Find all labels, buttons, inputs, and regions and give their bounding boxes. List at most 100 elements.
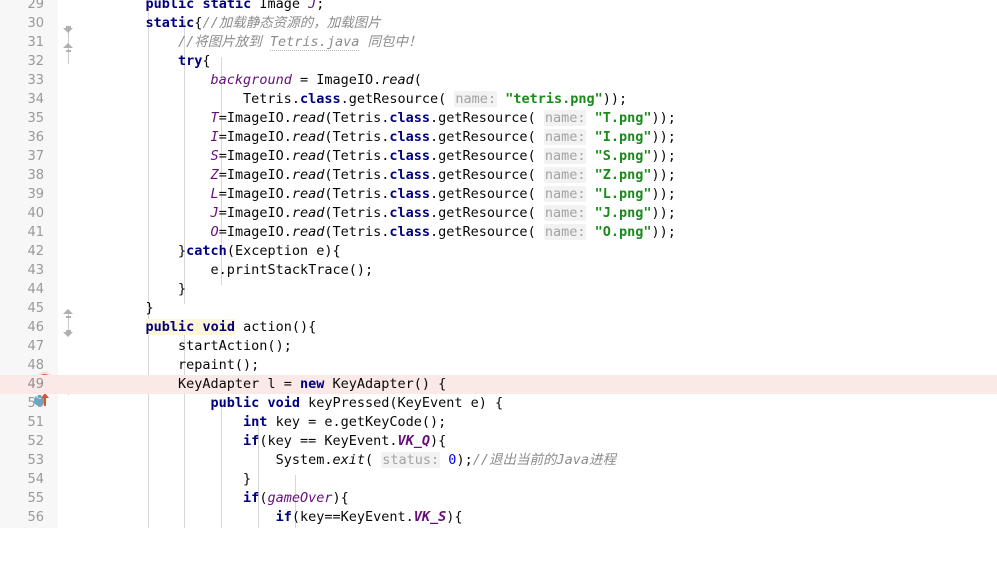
code-line[interactable]: 32 try{ [0, 52, 997, 71]
code-line[interactable]: 51 int key = e.getKeyCode(); [0, 413, 997, 432]
token-punct: (Tetris. [324, 167, 390, 183]
code-line[interactable]: 50 public void keyPressed(KeyEvent e) { [0, 394, 997, 413]
code-line[interactable]: 45 } [0, 299, 997, 318]
token-keyword: int [243, 414, 268, 430]
token-rest: startAction(); [178, 338, 292, 354]
token-keyword: class [389, 129, 431, 145]
token-constant: VK_S [413, 509, 447, 525]
token-punct: )); [651, 167, 676, 183]
token-punct: ( [413, 72, 422, 88]
code-line[interactable]: 36 I=ImageIO.read(Tetris.class.getResour… [0, 128, 997, 147]
line-number: 41 [27, 225, 44, 240]
token-static-method: read [291, 186, 325, 202]
token-keyword: public [145, 0, 195, 12]
code-line[interactable]: 30 static{//加载静态资源的，加载图片 [0, 14, 997, 33]
token-method: .getResource( [430, 186, 536, 202]
code-line[interactable]: 43 e.printStackTrace(); [0, 261, 997, 280]
param-hint: name: [543, 186, 587, 202]
line-number: 54 [27, 472, 44, 487]
token-punct: )); [651, 205, 676, 221]
token-punct: } [178, 281, 187, 297]
token-keyword: static [145, 15, 195, 31]
line-content: L=ImageIO.read(Tetris.class.getResource(… [113, 185, 676, 204]
code-line[interactable]: 55 if(gameOver){ [0, 489, 997, 508]
line-content: Z=ImageIO.read(Tetris.class.getResource(… [113, 166, 676, 185]
code-line[interactable]: 29 public static Image J; [0, 0, 997, 14]
token-field: L [210, 186, 219, 202]
token-method: .getResource( [430, 129, 536, 145]
token-keyword: if [243, 433, 260, 449]
code-line[interactable]: 56 if(key==KeyEvent.VK_S){ [0, 508, 997, 527]
line-number: 43 [27, 263, 44, 278]
token-field: J [210, 205, 219, 221]
code-line[interactable]: 37 S=ImageIO.read(Tetris.class.getResour… [0, 147, 997, 166]
token-static-method: read [291, 110, 325, 126]
line-number: 36 [27, 130, 44, 145]
token-keyword: class [389, 167, 431, 183]
code-line[interactable]: 41 O=ImageIO.read(Tetris.class.getResour… [0, 223, 997, 242]
line-number: 40 [27, 206, 44, 221]
code-line[interactable]: 34 Tetris.class.getResource( name: "tetr… [0, 90, 997, 109]
code-line[interactable]: 31 //将图片放到 Tetris.java 同包中！ [0, 33, 997, 52]
token-punct: } [145, 300, 154, 316]
code-line[interactable]: 42 }catch(Exception e){ [0, 242, 997, 261]
code-line[interactable]: 48 repaint(); [0, 356, 997, 375]
token-keyword: if [275, 509, 292, 525]
code-editor[interactable]: 29 public static Image J; 30 static{//加载… [0, 0, 997, 528]
token-field: S [210, 148, 219, 164]
token-keyword: if [243, 490, 260, 506]
code-line[interactable]: 53 System.exit( status: 0);//退出当前的Java进程 [0, 451, 997, 470]
token-punct: )); [651, 148, 676, 164]
code-line[interactable]: 38 Z=ImageIO.read(Tetris.class.getResour… [0, 166, 997, 185]
token-keyword: void [202, 319, 235, 335]
line-content: int key = e.getKeyCode(); [113, 413, 446, 432]
token-keyword: catch [186, 243, 227, 259]
code-line[interactable]: 39 L=ImageIO.read(Tetris.class.getResour… [0, 185, 997, 204]
code-line[interactable]: 35 T=ImageIO.read(Tetris.class.getResour… [0, 109, 997, 128]
token-method: .getResource( [340, 91, 447, 107]
code-line[interactable]: 33 background = ImageIO.read( [0, 71, 997, 90]
token-keyword: public [145, 319, 195, 335]
token-punct: ; [316, 0, 325, 12]
line-content: } [113, 280, 186, 299]
line-content: if(key==KeyEvent.VK_S){ [113, 508, 463, 527]
code-line-breakpoint[interactable]: 49 KeyAdapter l = new KeyAdapter() { [0, 375, 997, 394]
line-number: 44 [27, 282, 44, 297]
token-punct: (Tetris. [324, 110, 390, 126]
line-number: 56 [27, 510, 44, 525]
token-operator: =ImageIO. [218, 186, 292, 202]
param-hint: name: [454, 91, 498, 107]
line-content: O=ImageIO.read(Tetris.class.getResource(… [113, 223, 676, 242]
token-punct: )); [651, 129, 676, 145]
line-content: static{//加载静态资源的，加载图片 [113, 14, 381, 33]
line-content: J=ImageIO.read(Tetris.class.getResource(… [113, 204, 676, 223]
line-content: repaint(); [113, 356, 259, 375]
param-hint: name: [543, 148, 587, 164]
token-punct: ); [456, 452, 473, 468]
token-operator: =ImageIO. [218, 110, 292, 126]
line-number: 51 [27, 415, 44, 430]
token-string: "Z.png" [594, 167, 652, 183]
token-class: ImageIO. [316, 72, 382, 88]
line-number: 45 [27, 301, 44, 316]
code-line[interactable]: 52 if(key == KeyEvent.VK_Q){ [0, 432, 997, 451]
code-line[interactable]: 54 } [0, 470, 997, 489]
token-method: .getResource( [430, 224, 536, 240]
line-number: 38 [27, 168, 44, 183]
token-string: "O.png" [594, 224, 652, 240]
code-line[interactable]: 40 J=ImageIO.read(Tetris.class.getResour… [0, 204, 997, 223]
token-rest: (key==KeyEvent. [291, 509, 414, 525]
token-static-method: read [291, 224, 325, 240]
token-static-method: read [381, 72, 414, 88]
token-punct: ){ [446, 509, 463, 525]
token-comment: //将图片放到 [178, 34, 270, 50]
code-line[interactable]: 47 startAction(); [0, 337, 997, 356]
token-punct: (Tetris. [324, 186, 390, 202]
token-operator: =ImageIO. [218, 167, 292, 183]
code-line[interactable]: 44 } [0, 280, 997, 299]
token-punct: ){ [430, 433, 447, 449]
code-line[interactable]: 46 public void action(){ [0, 318, 997, 337]
line-content: public void action(){ [113, 318, 316, 337]
token-operator: =ImageIO. [218, 129, 292, 145]
token-static-method: read [291, 148, 325, 164]
